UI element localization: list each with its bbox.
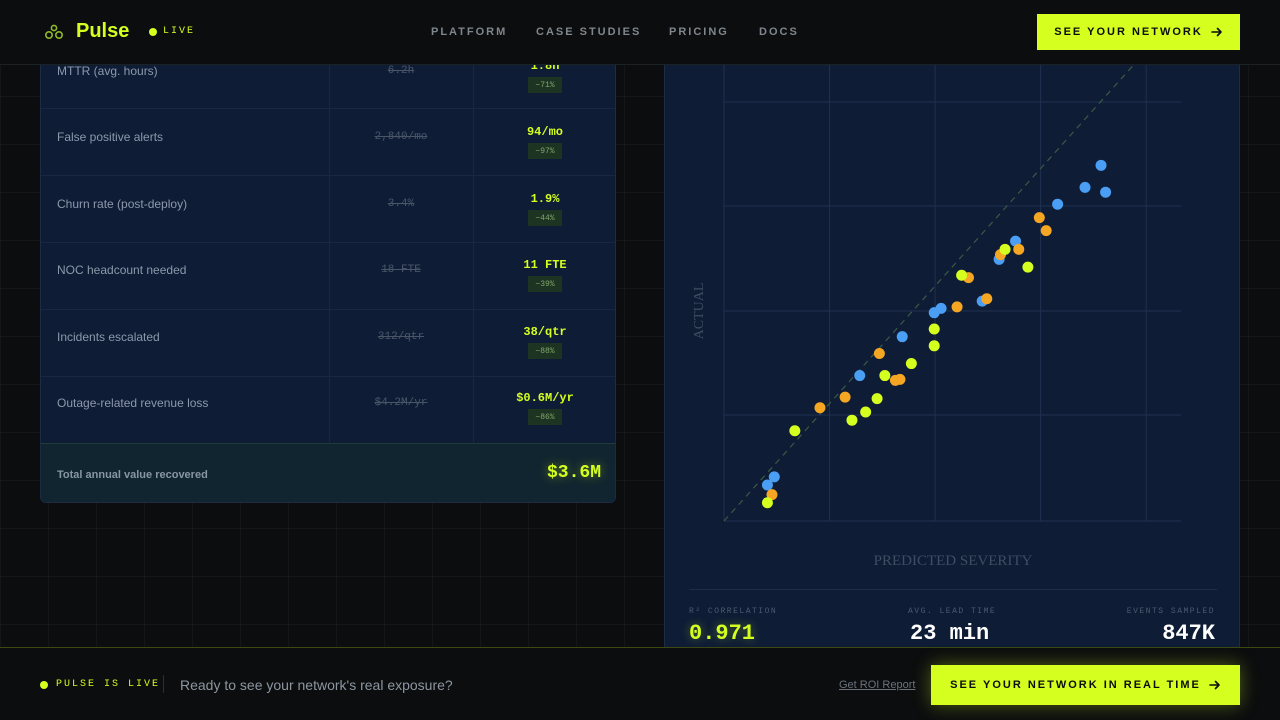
before-value: $4.2M/yr — [374, 397, 428, 409]
x-axis-label: PREDICTED SEVERITY — [874, 553, 1033, 569]
after-value: 38/qtr — [523, 325, 567, 339]
bottom-cta-bar: PULSE IS LIVE Ready to see your network'… — [0, 647, 1280, 720]
table-row: Outage-related revenue loss $4.2M/yr $0.… — [41, 377, 615, 444]
scatter-point — [1095, 159, 1107, 171]
stat-label-correlation: R² CORRELATION — [689, 607, 778, 616]
scatter-point — [1013, 243, 1025, 255]
scatter-point — [928, 323, 940, 335]
delta-badge: −88% — [528, 343, 562, 359]
scatter-point — [1100, 186, 1112, 198]
before-value: 6.2h — [387, 65, 415, 77]
live-label: LIVE — [163, 26, 196, 37]
scatter-point — [814, 402, 826, 414]
scatter-point — [768, 471, 780, 483]
before-value: 312/qtr — [377, 331, 425, 343]
scatter-chart: ACTUAL PREDICTED SEVERITY — [692, 41, 1181, 569]
delta-badge: −86% — [528, 409, 562, 425]
total-row: Total annual value recovered $3.6M — [41, 443, 615, 502]
cta-message: Ready to see your network's real exposur… — [180, 677, 453, 693]
scatter-point — [896, 331, 908, 343]
scatter-point — [879, 370, 891, 382]
nav-docs[interactable]: DOCS — [759, 26, 799, 38]
scatter-point — [956, 269, 968, 281]
scatter-point — [761, 497, 773, 509]
scatter-point — [854, 370, 866, 382]
total-value: $3.6M — [546, 463, 601, 483]
scatter-point — [789, 425, 801, 437]
table-row: Incidents escalated 312/qtr 38/qtr −88% — [41, 310, 615, 377]
scatter-point — [839, 391, 851, 403]
metric-label: NOC headcount needed — [57, 263, 187, 277]
stat-label-lead-time: AVG. LEAD TIME — [908, 607, 997, 616]
see-network-label: SEE YOUR NETWORK — [1054, 26, 1203, 38]
stat-value-correlation: 0.971 — [689, 621, 756, 646]
scatter-point — [1040, 225, 1052, 237]
stats-divider — [689, 589, 1217, 590]
top-navbar: Pulse LIVE PLATFORM CASE STUDIES PRICING… — [0, 0, 1280, 65]
delta-badge: −97% — [528, 143, 562, 159]
metric-label: Outage-related revenue loss — [57, 396, 209, 410]
y-axis-label: ACTUAL — [692, 283, 707, 340]
scatter-point — [1022, 261, 1034, 273]
arrow-right-icon — [1210, 27, 1222, 37]
scatter-point — [935, 302, 947, 314]
delta-badge: −44% — [528, 210, 562, 226]
delta-badge: −39% — [528, 276, 562, 292]
stat-value-events: 847K — [1162, 621, 1215, 646]
before-value: 2,840/mo — [374, 131, 428, 143]
nav-platform[interactable]: PLATFORM — [431, 26, 507, 38]
scatter-point — [1052, 198, 1064, 210]
after-value: $0.6M/yr — [516, 391, 574, 405]
scatter-point — [846, 414, 858, 426]
live-indicator-dot — [149, 28, 157, 36]
pulse-logo-icon — [45, 24, 63, 39]
before-value: 18 FTE — [381, 264, 421, 276]
metric-label: MTTR (avg. hours) — [57, 64, 158, 78]
scatter-point — [1033, 212, 1045, 224]
scatter-point — [1079, 181, 1091, 193]
data-points — [761, 159, 1112, 509]
correlation-chart-card: ACTUAL PREDICTED SEVERITY R² CORRELATION… — [664, 40, 1240, 660]
stat-label-events: EVENTS SAMPLED — [1126, 607, 1215, 616]
scatter-point — [905, 358, 917, 370]
metric-label: Incidents escalated — [57, 330, 160, 344]
after-value: 1.9% — [530, 192, 560, 206]
after-value: 11 FTE — [523, 258, 567, 272]
brand-name[interactable]: Pulse — [76, 20, 129, 43]
see-network-realtime-label: SEE YOUR NETWORK IN REAL TIME — [950, 679, 1201, 691]
table-row: NOC headcount needed 18 FTE 11 FTE −39% — [41, 243, 615, 310]
scatter-point — [951, 301, 963, 313]
table-row: Churn rate (post-deploy) 3.4% 1.9% −44% — [41, 176, 615, 243]
live-indicator-dot — [40, 681, 48, 689]
nav-case-studies[interactable]: CASE STUDIES — [536, 26, 641, 38]
scatter-point — [873, 347, 885, 359]
reference-line — [723, 41, 1156, 522]
metric-label: Churn rate (post-deploy) — [57, 197, 188, 211]
see-network-button[interactable]: SEE YOUR NETWORK — [1037, 14, 1240, 50]
before-value: 3.4% — [387, 198, 415, 210]
scatter-point — [894, 373, 906, 385]
after-value: 94/mo — [526, 125, 563, 139]
get-roi-report-link[interactable]: Get ROI Report — [839, 679, 915, 691]
nav-pricing[interactable]: PRICING — [669, 26, 729, 38]
arrow-right-icon — [1209, 680, 1220, 690]
metric-label: False positive alerts — [57, 130, 164, 144]
see-network-realtime-button[interactable]: SEE YOUR NETWORK IN REAL TIME — [931, 665, 1240, 705]
pulse-live-label: PULSE IS LIVE — [56, 679, 161, 690]
roi-table-card: MTTR (avg. hours) 6.2h 1.8h −71% False p… — [40, 40, 616, 503]
scatter-point — [999, 243, 1011, 255]
scatter-point — [860, 406, 872, 418]
scatter-point — [981, 293, 993, 305]
scatter-point — [928, 340, 940, 352]
stat-value-lead-time: 23 min — [910, 621, 990, 646]
separator — [163, 675, 164, 693]
chart-grid — [723, 41, 1181, 522]
scatter-point — [871, 393, 883, 405]
table-row: False positive alerts 2,840/mo 94/mo −97… — [41, 109, 615, 176]
total-label: Total annual value recovered — [57, 469, 208, 481]
delta-badge: −71% — [528, 77, 562, 93]
